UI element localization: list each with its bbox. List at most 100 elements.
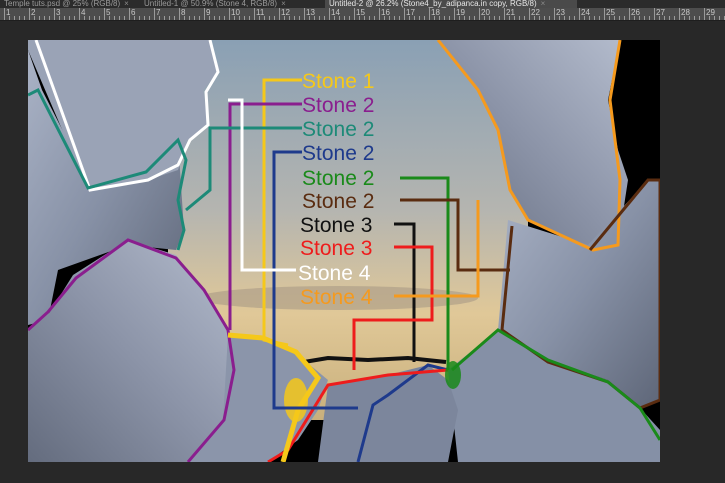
ruler-tick: [114, 16, 115, 20]
label-stone-2-teal: Stone 2: [302, 118, 374, 141]
ruler-tick: [524, 16, 525, 20]
ruler-tick: [639, 16, 640, 20]
ruler-tick: [244, 16, 245, 20]
ruler-tick: [419, 16, 420, 20]
horizontal-ruler[interactable]: 1 2 3 4 5 6 7 8 9 10 11 12 13 14 15 16 17 18 19 20 21 22 23 24 2…: [0, 8, 725, 21]
ruler-tick: [424, 16, 425, 20]
ruler-tick: [289, 16, 290, 20]
ruler-tick: [184, 16, 185, 20]
ruler-tick: [59, 16, 60, 20]
label-stack: Stone 1 Stone 2 Stone 2 Stone 2 Stone 2 …: [298, 70, 374, 309]
ruler-tick: [679, 8, 680, 20]
ruler-tick: [599, 16, 600, 20]
document-canvas[interactable]: Stone 1 Stone 2 Stone 2 Stone 2 Stone 2 …: [28, 40, 660, 462]
ruler-tick: [319, 16, 320, 20]
label-stone-2-green: Stone 2: [302, 167, 374, 190]
ruler-tick: [229, 8, 230, 20]
ruler-tick: [214, 16, 215, 20]
close-icon[interactable]: ×: [281, 0, 286, 8]
ruler-tick: [714, 16, 715, 20]
ruler-tick: [304, 8, 305, 20]
ruler-tick: [529, 8, 530, 20]
ruler-tick: [314, 16, 315, 20]
ruler-tick: [479, 8, 480, 20]
label-stone-3-red: Stone 3: [300, 237, 372, 260]
ruler-tick: [689, 16, 690, 20]
ruler-tick: [74, 16, 75, 20]
ruler-tick: [694, 16, 695, 20]
ruler-tick: [129, 8, 130, 20]
ruler-tick: [664, 16, 665, 20]
ruler-tick: [199, 16, 200, 20]
ruler-tick: [234, 16, 235, 20]
ruler-tick: [44, 16, 45, 20]
document-tab[interactable]: Untitled-1 @ 50.9% (Stone 4, RGB/8) ×: [140, 0, 325, 8]
ruler-tick: [329, 8, 330, 20]
ruler-tick: [534, 16, 535, 20]
ruler-tick: [309, 16, 310, 20]
ruler-tick: [584, 16, 585, 20]
ruler-tick: [539, 16, 540, 20]
ruler-tick: [54, 8, 55, 20]
ruler-tick: [579, 8, 580, 20]
close-icon[interactable]: ×: [124, 0, 129, 8]
ruler-tick: [324, 16, 325, 20]
ruler-tick: [84, 16, 85, 20]
ruler-tick: [259, 16, 260, 20]
ruler-tick: [269, 16, 270, 20]
ruler-tick: [64, 16, 65, 20]
document-tab[interactable]: Temple tuts.psd @ 25% (RGB/8) ×: [0, 0, 140, 8]
ruler-tick: [554, 8, 555, 20]
ruler-tick: [549, 16, 550, 20]
ruler-tick: [209, 16, 210, 20]
ruler-tick: [299, 16, 300, 20]
ruler-tick: [69, 16, 70, 20]
ruler-tick: [99, 16, 100, 20]
tab-label: Untitled-1 @ 50.9% (Stone 4, RGB/8): [144, 0, 278, 8]
ruler-tick: [609, 16, 610, 20]
ruler-tick: [174, 16, 175, 20]
document-tab-active[interactable]: Untitled-2 @ 26.2% (Stone4_by_adipanca.i…: [325, 0, 577, 8]
ruler-tick: [124, 16, 125, 20]
close-icon[interactable]: ×: [541, 0, 546, 8]
ruler-tick: [494, 16, 495, 20]
ruler-tick: [559, 16, 560, 20]
ruler-tick: [709, 16, 710, 20]
ruler-tick: [219, 16, 220, 20]
ruler-tick: [294, 16, 295, 20]
ruler-tick: [139, 16, 140, 20]
ruler-tick: [154, 8, 155, 20]
ruler-tick: [629, 8, 630, 20]
ruler-tick: [109, 16, 110, 20]
ruler-tick: [464, 16, 465, 20]
ruler-tick: [354, 8, 355, 20]
ruler-tick: [604, 8, 605, 20]
ruler-tick: [39, 16, 40, 20]
ruler-tick: [489, 16, 490, 20]
ruler-tick: [239, 16, 240, 20]
ruler-tick: [169, 16, 170, 20]
ruler-tick: [249, 16, 250, 20]
ruler-tick: [379, 8, 380, 20]
ruler-tick: [444, 16, 445, 20]
label-stone-2-blue: Stone 2: [302, 142, 374, 165]
ruler-tick: [564, 16, 565, 20]
ruler-tick: [474, 16, 475, 20]
ruler-tick: [434, 16, 435, 20]
ruler-tick: [659, 16, 660, 20]
ruler-tick: [374, 16, 375, 20]
ruler-tick: [704, 8, 705, 20]
ruler-tick: [334, 16, 335, 20]
yellow-blob: [284, 378, 308, 422]
ruler-tick: [49, 16, 50, 20]
ruler-tick: [519, 16, 520, 20]
ruler-tick: [429, 8, 430, 20]
ruler-tick: [9, 16, 10, 20]
ruler-tick: [439, 16, 440, 20]
tab-label: Untitled-2 @ 26.2% (Stone4_by_adipanca.i…: [329, 0, 537, 8]
ruler-tick: [149, 16, 150, 20]
ruler-tick: [394, 16, 395, 20]
ruler-tick: [284, 16, 285, 20]
label-stone-4-orange: Stone 4: [300, 286, 373, 309]
ruler-tick: [624, 16, 625, 20]
